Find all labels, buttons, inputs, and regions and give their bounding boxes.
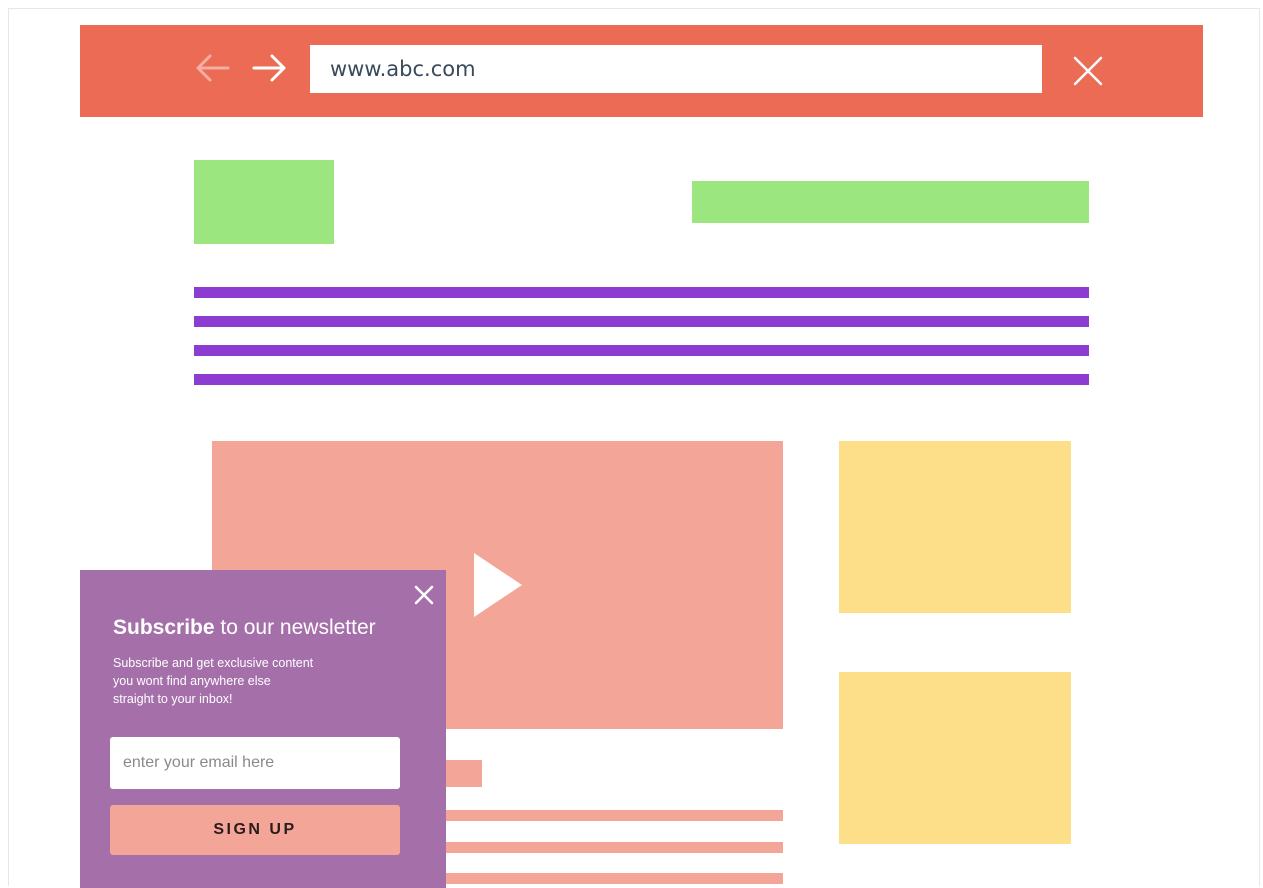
body-text-line: [430, 842, 783, 853]
logo-placeholder: [194, 160, 334, 244]
headline-line: [194, 287, 1089, 298]
popup-description-line: straight to your inbox!: [113, 692, 233, 706]
sidebar-ad-placeholder: [839, 672, 1071, 844]
body-text-line: [430, 810, 783, 821]
popup-title-rest: to our newsletter: [214, 616, 376, 639]
popup-title: Subscribe to our newsletter: [113, 616, 376, 640]
email-field[interactable]: [110, 737, 400, 789]
sign-up-button[interactable]: SIGN UP: [110, 805, 400, 855]
address-bar[interactable]: www.abc.com: [310, 45, 1042, 93]
popup-close-icon[interactable]: [413, 584, 435, 606]
navigation-placeholder: [692, 181, 1089, 223]
popup-description-line: you wont find anywhere else: [113, 674, 271, 688]
play-icon[interactable]: [474, 553, 522, 617]
headline-line: [194, 374, 1089, 385]
sidebar-ad-placeholder: [839, 441, 1071, 613]
close-icon[interactable]: [1072, 55, 1104, 87]
newsletter-popup: Subscribe to our newsletter Subscribe an…: [80, 570, 446, 888]
popup-description-line: Subscribe and get exclusive content: [113, 656, 314, 670]
back-arrow-icon[interactable]: [192, 50, 232, 86]
body-text-line: [430, 873, 783, 884]
forward-arrow-icon[interactable]: [250, 50, 290, 86]
headline-line: [194, 316, 1089, 327]
popup-title-bold: Subscribe: [113, 616, 215, 639]
url-text: www.abc.com: [330, 57, 476, 81]
popup-description: Subscribe and get exclusive content you …: [113, 654, 403, 708]
headline-line: [194, 345, 1089, 356]
